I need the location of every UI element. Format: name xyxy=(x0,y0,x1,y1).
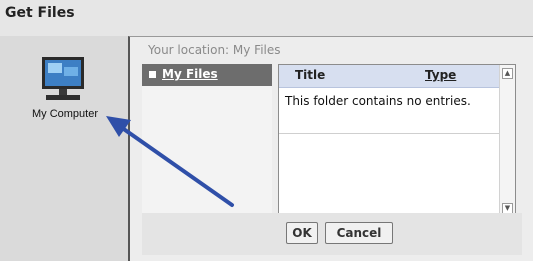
folder-nav-pane: My Files xyxy=(142,64,272,234)
my-computer-icon[interactable] xyxy=(40,55,86,107)
scroll-up-icon[interactable]: ▲ xyxy=(502,68,513,79)
vertical-scrollbar[interactable]: ▲ ▼ xyxy=(499,65,515,217)
panel-title: Get Files xyxy=(5,5,75,21)
location-breadcrumb: Your location: My Files xyxy=(148,43,281,57)
list-header: Title Type xyxy=(279,65,499,88)
nav-item-label: My Files xyxy=(162,67,218,81)
my-computer-label: My Computer xyxy=(31,108,99,120)
column-type[interactable]: Type xyxy=(425,68,456,82)
file-list: Title Type This folder contains no entri… xyxy=(278,64,516,218)
button-bar: OK Cancel xyxy=(142,213,522,255)
column-title[interactable]: Title xyxy=(295,68,325,82)
row-divider xyxy=(279,133,499,134)
header-strip xyxy=(0,0,533,36)
empty-folder-message: This folder contains no entries. xyxy=(285,94,471,108)
nav-item-my-files[interactable]: My Files xyxy=(142,64,272,86)
cancel-button[interactable]: Cancel xyxy=(325,222,393,244)
ok-button[interactable]: OK xyxy=(286,222,318,244)
file-dialog: Your location: My Files My Files Title T… xyxy=(128,36,533,261)
bullet-icon xyxy=(149,71,156,78)
